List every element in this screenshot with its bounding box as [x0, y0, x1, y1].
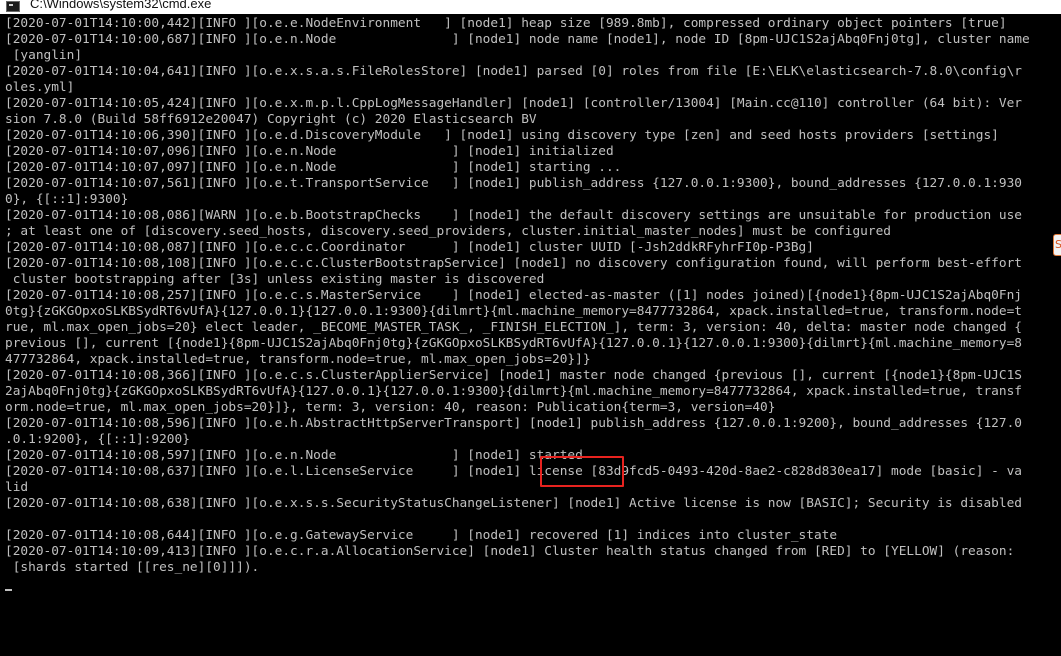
console-line: ; at least one of [discovery.seed_hosts,… [5, 224, 892, 239]
console-line: [2020-07-01T14:10:00,687][INFO ][o.e.n.N… [5, 32, 1030, 47]
console-line: [2020-07-01T14:10:04,641][INFO ][o.e.x.s… [5, 64, 1022, 79]
console-line: 2ajAbq0Fnj0tg}{zGKGOpxoSLKBSydRT6vUfA}{1… [5, 384, 1022, 399]
console-line: [2020-07-01T14:10:07,096][INFO ][o.e.n.N… [5, 144, 614, 159]
side-tab[interactable]: S [1053, 234, 1061, 256]
console-line: [2020-07-01T14:10:08,638][INFO ][o.e.x.s… [5, 496, 1022, 511]
console-line: .0.1:9200}, {[::1]:9200} [5, 432, 190, 447]
console-line: [2020-07-01T14:10:07,561][INFO ][o.e.t.T… [5, 176, 1022, 191]
console-line: sion 7.8.0 (Build 58ff6912e20047) Copyri… [5, 112, 537, 127]
console-line: previous [], current [{node1}{8pm-UJC1S2… [5, 336, 1022, 351]
console-line: [2020-07-01T14:10:08,597][INFO ][o.e.n.N… [5, 448, 583, 463]
console-line: [2020-07-01T14:10:08,086][WARN ][o.e.b.B… [5, 208, 1022, 223]
console-line: orm.node=true, ml.max_open_jobs=20}]}, t… [5, 400, 776, 415]
console-line: 477732864, xpack.installed=true, transfo… [5, 352, 591, 367]
window-title: C:\Windows\system32\cmd.exe [30, 0, 212, 11]
console-line: [2020-07-01T14:10:08,366][INFO ][o.e.c.s… [5, 368, 1022, 383]
text-cursor [5, 589, 12, 591]
console-line: [2020-07-01T14:10:05,424][INFO ][o.e.x.m… [5, 96, 1022, 111]
console-line: [2020-07-01T14:10:08,644][INFO ][o.e.g.G… [5, 528, 838, 543]
console-line: [2020-07-01T14:10:08,087][INFO ][o.e.c.c… [5, 240, 814, 255]
console-line: cluster bootstrapping after [3s] unless … [5, 272, 545, 287]
console-line: [2020-07-01T14:10:07,097][INFO ][o.e.n.N… [5, 160, 622, 175]
console-line: 0}, {[::1]:9300} [5, 192, 129, 207]
console-output[interactable]: [2020-07-01T14:10:00,442][INFO ][o.e.e.N… [0, 14, 1061, 656]
console-line: [shards started [[res_ne][0]]]). [5, 560, 260, 575]
side-tab-label: S [1055, 238, 1061, 252]
title-bar[interactable]: C:\Windows\system32\cmd.exe [0, 0, 1061, 14]
console-line: rue, ml.max_open_jobs=20} elect leader, … [5, 320, 1022, 335]
console-line: 0tg}{zGKGOpxoSLKBSydRT6vUfA}{127.0.0.1}{… [5, 304, 1022, 319]
console-line: [2020-07-01T14:10:08,108][INFO ][o.e.c.c… [5, 256, 1022, 271]
console-line: [2020-07-01T14:10:00,442][INFO ][o.e.e.N… [5, 16, 1007, 31]
log-lines: [2020-07-01T14:10:00,442][INFO ][o.e.e.N… [5, 16, 1030, 576]
console-icon [6, 1, 20, 12]
console-line: [2020-07-01T14:10:08,596][INFO ][o.e.h.A… [5, 416, 1022, 431]
console-line: oles.yml] [5, 80, 75, 95]
console-line: lid [5, 480, 29, 495]
console-line: [2020-07-01T14:10:09,413][INFO ][o.e.c.r… [5, 544, 1015, 559]
console-line: [2020-07-01T14:10:08,257][INFO ][o.e.c.s… [5, 288, 1022, 303]
started-highlight-box [540, 456, 624, 487]
console-line: [2020-07-01T14:10:08,637][INFO ][o.e.l.L… [5, 464, 1022, 479]
console-line: [2020-07-01T14:10:06,390][INFO ][o.e.d.D… [5, 128, 999, 143]
console-line: [yanglin] [5, 48, 83, 63]
